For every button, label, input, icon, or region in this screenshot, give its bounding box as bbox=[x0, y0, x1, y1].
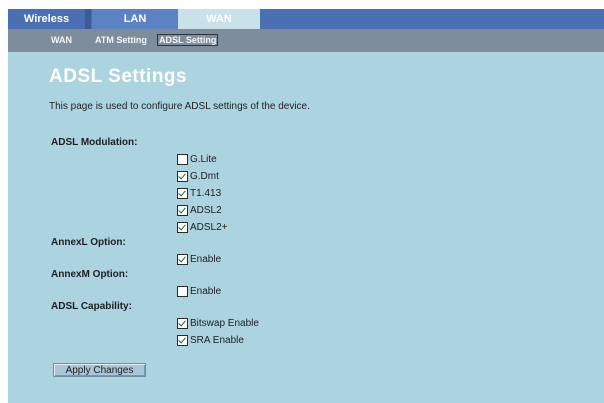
annexm-label: AnnexM Option: bbox=[51, 269, 129, 280]
tab-separator bbox=[85, 9, 91, 29]
apply-changes-button[interactable]: Apply Changes bbox=[53, 363, 146, 377]
checkbox-annexm-enable[interactable]: Enable bbox=[177, 285, 221, 297]
tab-wan[interactable]: WAN bbox=[178, 9, 260, 29]
subnav-wan[interactable]: WAN bbox=[51, 35, 72, 45]
sub-navigation: WAN ATM Setting ADSL Setting bbox=[8, 29, 604, 52]
checkbox-label: ADSL2+ bbox=[190, 221, 228, 233]
checkbox-adsl2-plus[interactable]: ADSL2+ bbox=[177, 221, 228, 233]
checkbox-label: Enable bbox=[190, 253, 222, 265]
page-title: ADSL Settings bbox=[49, 66, 188, 87]
checkbox-icon[interactable] bbox=[177, 334, 188, 346]
checkbox-label: G.Lite bbox=[190, 153, 217, 165]
checkbox-icon[interactable] bbox=[177, 317, 188, 329]
main-panel: ADSL Settings This page is used to confi… bbox=[8, 52, 604, 403]
checkbox-icon[interactable] bbox=[177, 153, 188, 165]
top-tab-bar: Wireless LAN WAN bbox=[8, 9, 604, 29]
checkbox-label: T1.413 bbox=[190, 187, 222, 199]
checkbox-annexl-enable[interactable]: Enable bbox=[177, 253, 221, 265]
checkbox-g-lite[interactable]: G.Lite bbox=[177, 153, 217, 165]
annexl-label: AnnexL Option: bbox=[51, 237, 126, 248]
divider bbox=[49, 115, 462, 116]
checkbox-label: Enable bbox=[190, 285, 222, 297]
subnav-atm-setting[interactable]: ATM Setting bbox=[95, 35, 147, 45]
checkbox-t1-413[interactable]: T1.413 bbox=[177, 187, 221, 199]
capability-label: ADSL Capability: bbox=[51, 301, 132, 312]
checkbox-label: G.Dmt bbox=[190, 170, 219, 182]
checkbox-label: Bitswap Enable bbox=[190, 317, 259, 329]
checkbox-sra-enable[interactable]: SRA Enable bbox=[177, 334, 244, 346]
checkbox-icon[interactable] bbox=[177, 221, 188, 233]
checkbox-bitswap-enable[interactable]: Bitswap Enable bbox=[177, 317, 259, 329]
checkbox-g-dmt[interactable]: G.Dmt bbox=[177, 170, 219, 182]
checkbox-icon[interactable] bbox=[177, 187, 188, 199]
checkbox-icon[interactable] bbox=[177, 253, 188, 265]
subnav-adsl-setting[interactable]: ADSL Setting bbox=[157, 34, 219, 46]
modulation-label: ADSL Modulation: bbox=[51, 137, 138, 148]
checkbox-icon[interactable] bbox=[177, 204, 188, 216]
tab-lan[interactable]: LAN bbox=[92, 9, 178, 29]
checkbox-label: ADSL2 bbox=[190, 204, 222, 216]
checkbox-icon[interactable] bbox=[177, 285, 188, 297]
checkbox-icon[interactable] bbox=[177, 170, 188, 182]
page-description: This page is used to configure ADSL sett… bbox=[49, 101, 310, 112]
checkbox-label: SRA Enable bbox=[190, 334, 244, 346]
checkbox-adsl2[interactable]: ADSL2 bbox=[177, 204, 222, 216]
tab-wireless[interactable]: Wireless bbox=[8, 9, 85, 29]
